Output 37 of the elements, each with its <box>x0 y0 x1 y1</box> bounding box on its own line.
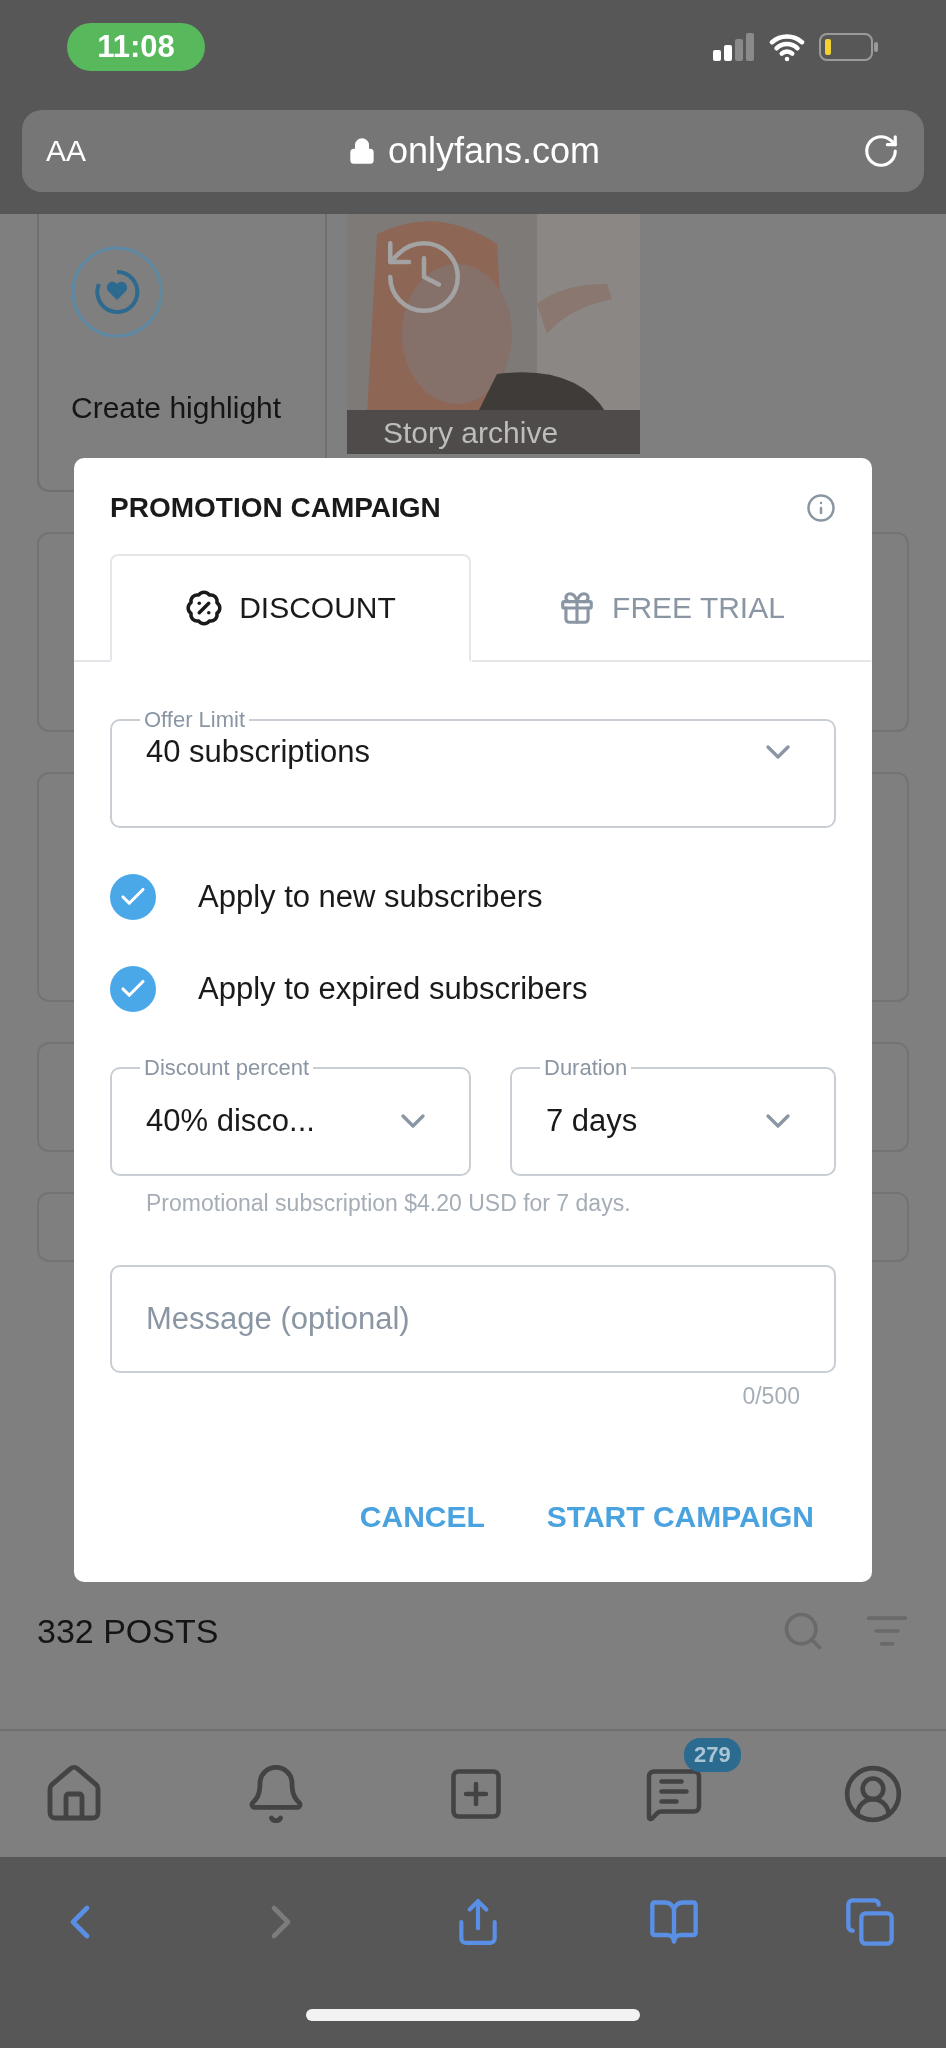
address-bar[interactable]: AA onlyfans.com <box>22 110 924 192</box>
field-label: Offer Limit <box>143 708 247 733</box>
highlight-label: Create highlight <box>71 392 283 425</box>
status-time: 11:08 <box>67 23 205 71</box>
message-field[interactable]: Message (optional) <box>110 1265 836 1373</box>
character-counter: 0/500 <box>742 1383 800 1410</box>
duration-select[interactable]: Duration 7 days <box>510 1056 836 1176</box>
info-icon[interactable] <box>806 493 836 523</box>
discount-select[interactable]: Discount percent 40% disco... <box>110 1056 471 1176</box>
posts-count: 332 POSTS <box>37 1611 219 1651</box>
tab[interactable]: DISCOUNT <box>110 554 471 662</box>
dialog-title: PROMOTION CAMPAIGN <box>110 492 441 524</box>
reload-icon[interactable] <box>862 132 900 170</box>
heart-circle-icon <box>71 246 163 338</box>
field-value: 40% disco... <box>146 1103 315 1140</box>
lock-icon <box>347 137 376 165</box>
field-label: Duration <box>543 1056 629 1081</box>
option-label: Apply to new subscribers <box>198 879 543 915</box>
profile-icon[interactable] <box>842 1763 904 1825</box>
text-size-button[interactable]: AA <box>46 134 87 168</box>
signal-icon <box>713 33 755 61</box>
unread-badge: 279 <box>684 1738 741 1772</box>
field-label: Discount percent <box>143 1056 311 1081</box>
field-value: 7 days <box>546 1103 638 1140</box>
url-text: onlyfans.com <box>387 130 601 172</box>
option-label: Apply to expired subscribers <box>198 971 588 1007</box>
checkbox[interactable] <box>110 874 156 920</box>
battery-icon <box>819 33 879 61</box>
cancel-button[interactable]: CANCEL <box>359 1500 485 1534</box>
helper-text: Promotional subscription $4.20 USD for 7 days. <box>146 1190 632 1217</box>
checkbox[interactable] <box>110 966 156 1012</box>
tabs-icon[interactable] <box>844 1896 896 1948</box>
highlight-label: Story archive <box>383 416 559 450</box>
field-value: 40 subscriptions <box>146 734 370 771</box>
offer-limit-select[interactable]: Offer Limit 40 subscriptions <box>110 708 836 828</box>
percent-badge-icon <box>185 589 224 627</box>
start-campaign-button[interactable]: START CAMPAIGN <box>546 1500 814 1534</box>
